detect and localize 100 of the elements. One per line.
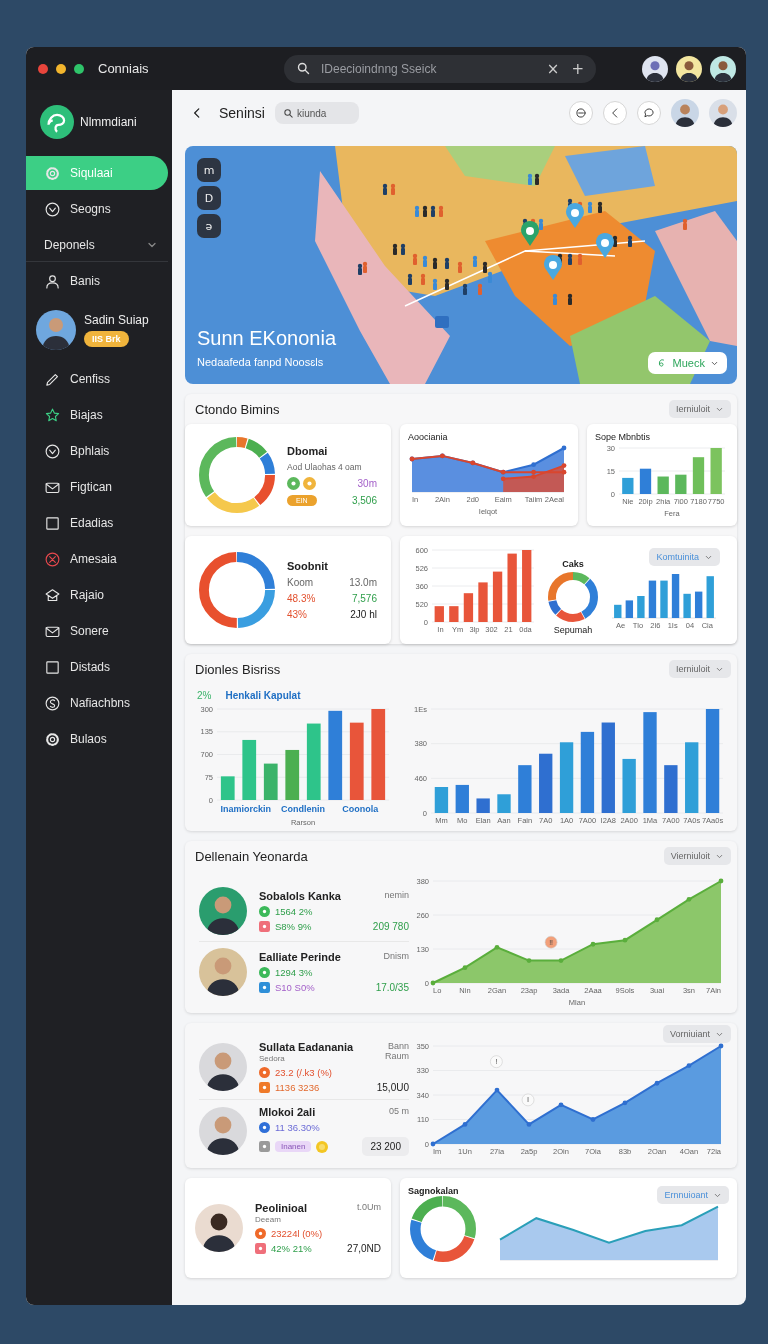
stat-value: 209 780 xyxy=(372,920,409,932)
chart-caption: Sepumah xyxy=(553,625,593,635)
bar xyxy=(694,591,703,618)
status-square-icon xyxy=(259,1141,270,1152)
sidebar-item[interactable]: Distads xyxy=(26,650,168,684)
stat-value: 23 200 xyxy=(362,1137,409,1156)
s-circle-icon xyxy=(44,694,61,712)
bar xyxy=(242,739,257,800)
person-note: 05 m xyxy=(389,1106,409,1116)
bar xyxy=(434,606,444,622)
dropdown[interactable]: Ierniuloit xyxy=(668,400,731,418)
cross-circle-icon xyxy=(44,550,61,568)
logo-icon xyxy=(40,105,74,139)
clear-button[interactable]: × xyxy=(544,59,562,78)
person-name: Peolinioal xyxy=(255,1202,308,1214)
legend-label: Henkali Kapulat xyxy=(225,690,301,701)
minus-button[interactable] xyxy=(569,101,593,125)
search-icon xyxy=(296,61,311,76)
person-icon xyxy=(44,272,61,290)
bar xyxy=(614,604,622,618)
status-dot-icon xyxy=(259,966,270,978)
window-control-dot[interactable] xyxy=(56,63,66,74)
panel-title: Ctondo Bimins xyxy=(195,401,280,417)
status-dot-icon xyxy=(303,476,316,490)
card-title: Caks xyxy=(562,559,584,569)
search-field[interactable]: kiunda xyxy=(274,102,359,124)
map-tool-button[interactable]: D xyxy=(197,186,221,210)
stat-text: 42% 21% xyxy=(271,1243,312,1254)
bar xyxy=(622,477,634,494)
check-circle-icon xyxy=(44,442,61,460)
map-tool-button[interactable]: m xyxy=(197,158,221,182)
search-field[interactable]: IDeecioindnng Sseick × + xyxy=(284,54,596,83)
chat-button[interactable] xyxy=(637,101,661,125)
person-role: Sedora xyxy=(259,1054,286,1063)
card-title: Aoociania xyxy=(408,432,449,442)
person-note: Raum xyxy=(385,1051,409,1061)
stat-text: 11 36.30% xyxy=(275,1122,320,1133)
avatar xyxy=(676,55,702,82)
dropdown[interactable]: Ierniuloit xyxy=(668,660,731,678)
bar xyxy=(507,553,517,622)
stat-value: 7,576 xyxy=(351,593,377,604)
sidebar-item[interactable]: Bphlais xyxy=(26,434,168,468)
map-tool-button[interactable]: ə xyxy=(197,214,221,238)
status-dot-icon xyxy=(287,476,300,490)
brand-name: Nlmmdiani xyxy=(80,115,137,129)
donut-chart-drawing xyxy=(410,1196,476,1262)
donut-chart-drawing xyxy=(548,572,598,622)
sidebar-item[interactable]: Biajas xyxy=(26,398,168,432)
sidebar-item[interactable]: Bulaos xyxy=(26,722,168,756)
tag: Inanen xyxy=(275,1141,312,1152)
status-square-icon xyxy=(259,1082,270,1093)
sidebar-item[interactable]: Sonere xyxy=(26,614,168,648)
coin-icon xyxy=(316,1140,329,1153)
bar xyxy=(671,574,680,618)
window-control-dot[interactable] xyxy=(74,63,84,74)
bar xyxy=(285,749,300,800)
section-label: Deponels xyxy=(44,237,95,252)
sidebar-item[interactable]: Nafiachbns xyxy=(26,686,168,720)
window-control-dot[interactable] xyxy=(38,63,48,74)
stat-value: 30m xyxy=(357,477,377,489)
bar xyxy=(559,742,574,813)
bar xyxy=(657,476,669,494)
sidebar-item[interactable]: Cenfiss xyxy=(26,362,168,396)
sidebar-item[interactable]: Rajaio xyxy=(26,578,168,612)
dropdown[interactable]: Vierniuloit xyxy=(663,847,731,865)
bar xyxy=(539,753,553,813)
sidebar-item[interactable]: Seogns xyxy=(26,192,168,226)
bar xyxy=(449,606,459,622)
add-button[interactable]: + xyxy=(569,59,586,78)
minus-icon xyxy=(574,106,588,120)
avatar xyxy=(709,99,737,127)
bar xyxy=(637,596,645,618)
sidebar-item[interactable]: Amesaia xyxy=(26,542,168,576)
chat-bubble-icon xyxy=(642,106,656,120)
bar xyxy=(625,600,634,618)
stat-text: 1564 2% xyxy=(275,905,313,917)
axis-label: Condlenin xyxy=(281,804,325,814)
dropdown[interactable]: Vorniuiant xyxy=(662,1025,731,1043)
check-circle-icon xyxy=(44,200,61,218)
bar xyxy=(622,758,636,813)
status-square-icon xyxy=(259,920,270,932)
bar xyxy=(639,468,652,494)
house-icon xyxy=(44,586,61,604)
bar xyxy=(463,593,474,622)
profile-name: Sadin Suiap xyxy=(84,313,149,327)
sidebar-item[interactable]: Figtican xyxy=(26,470,168,504)
gear-icon xyxy=(44,164,61,182)
avatar xyxy=(642,55,668,82)
person-note: t.0Um xyxy=(357,1202,381,1212)
stat-text: 1136 3236 xyxy=(275,1082,320,1093)
square-icon xyxy=(44,514,61,532)
card-title: Sope Mbnbtis xyxy=(595,432,652,442)
bar xyxy=(675,474,687,494)
person-name: Sobalols Kanka xyxy=(259,889,342,902)
bar xyxy=(706,576,714,618)
sidebar-item[interactable]: Banis xyxy=(26,264,168,298)
axis-label: Inamiorckin xyxy=(220,804,271,814)
bar xyxy=(478,582,488,622)
sidebar-item[interactable]: Edadias xyxy=(26,506,168,540)
card-title: Soobnit xyxy=(287,560,329,572)
